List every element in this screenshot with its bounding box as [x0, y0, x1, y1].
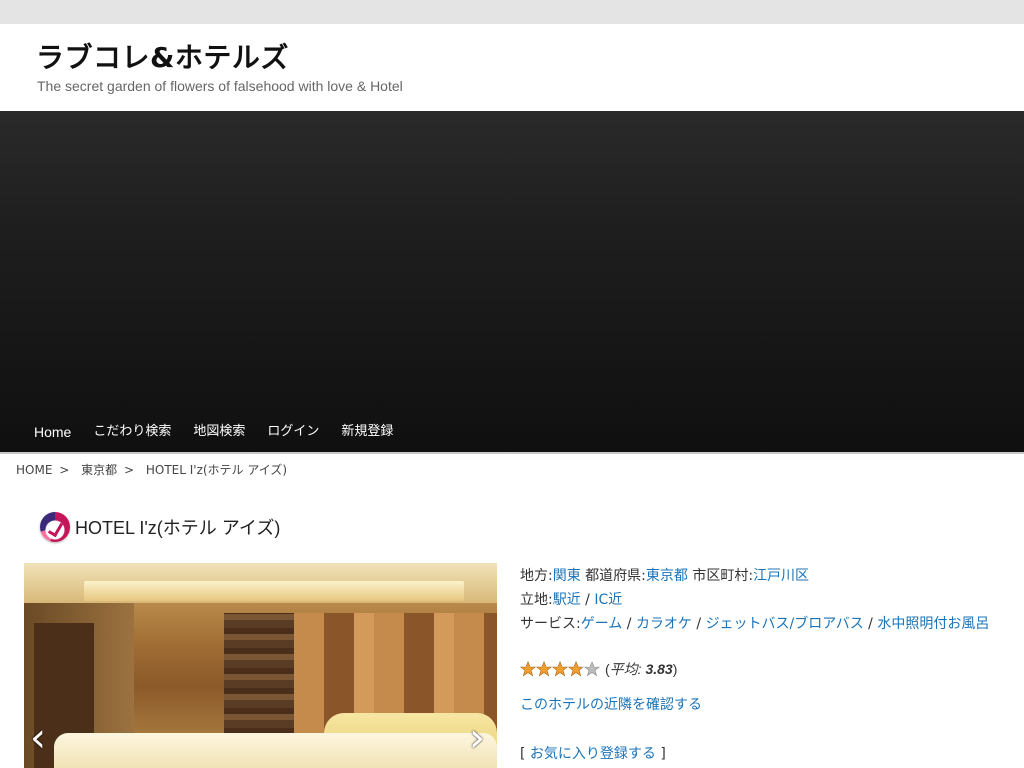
region-link[interactable]: 関東	[553, 568, 581, 584]
nearby-link[interactable]: このホテルの近隣を確認する	[520, 694, 702, 714]
location-label: 立地	[520, 592, 548, 608]
hotel-info: 地方:関東 都道府県:東京都 市区町村:江戸川区 立地:駅近 / IC近 サービ…	[520, 564, 989, 636]
breadcrumb: HOME > 東京都 > HOTEL I'z(ホテル アイズ)	[16, 461, 287, 478]
site-header: ラブコレ&ホテルズ The secret garden of flowers o…	[0, 24, 1024, 111]
star-icon[interactable]	[567, 661, 585, 677]
prefecture-link[interactable]: 東京都	[646, 568, 688, 584]
photo-ceiling-light	[84, 581, 464, 601]
favorite-row: [ お気に入り登録する ]	[520, 743, 666, 763]
nav-register[interactable]: 新規登録	[329, 422, 403, 442]
hotel-photo-slider[interactable]: ‹ ›	[24, 563, 497, 768]
city-label: 市区町村	[692, 568, 749, 584]
region-label: 地方	[520, 568, 548, 584]
hero-divider	[0, 452, 1024, 454]
service-link-jetbath[interactable]: ジェットバス/ブロアバス	[706, 616, 864, 632]
breadcrumb-separator: >	[123, 463, 135, 477]
breadcrumb-prefecture[interactable]: 東京都	[81, 463, 117, 477]
service-link-karaoke[interactable]: カラオケ	[636, 616, 692, 632]
favorite-link[interactable]: お気に入り登録する	[530, 746, 656, 762]
nav-map-search[interactable]: 地図検索	[181, 422, 255, 442]
service-link-underwater-light-bath[interactable]: 水中照明付お風呂	[877, 616, 989, 632]
rating-average-value: 3.83	[645, 661, 673, 677]
bracket-open: [	[520, 746, 526, 762]
rating-average: (平均: 3.83)	[605, 661, 678, 677]
star-icon[interactable]	[535, 661, 553, 677]
check-logo-icon	[40, 512, 70, 542]
prefecture-label: 都道府県	[585, 568, 642, 584]
service-label: サービス	[520, 616, 576, 632]
hotel-heading: HOTEL I'z(ホテル アイズ)	[40, 512, 280, 542]
hero-banner: Home こだわり検索 地図検索 ログイン 新規登録	[0, 111, 1024, 454]
rating: (平均: 3.83)	[519, 659, 678, 679]
bracket-close: ]	[660, 746, 666, 762]
nav-advanced-search[interactable]: こだわり検索	[81, 422, 181, 442]
service-link-game[interactable]: ゲーム	[581, 616, 623, 632]
star-icon[interactable]	[583, 661, 601, 677]
site-title[interactable]: ラブコレ&ホテルズ	[36, 36, 289, 76]
slash: /	[585, 592, 590, 608]
city-link[interactable]: 江戸川区	[753, 568, 809, 584]
chevron-right-icon[interactable]: ›	[469, 718, 489, 758]
nav-login[interactable]: ログイン	[255, 422, 329, 442]
photo-bed	[54, 733, 497, 768]
location-link-station[interactable]: 駅近	[553, 592, 581, 608]
star-icon[interactable]	[519, 661, 537, 677]
location-link-ic[interactable]: IC近	[594, 592, 622, 608]
site-tagline: The secret garden of flowers of falsehoo…	[37, 78, 403, 94]
rating-average-label: 平均:	[609, 661, 642, 677]
info-row-area: 地方:関東 都道府県:東京都 市区町村:江戸川区	[520, 564, 989, 588]
breadcrumb-separator: >	[59, 463, 70, 477]
nav-home[interactable]: Home	[22, 422, 81, 442]
slash: /	[696, 616, 702, 632]
slash: /	[868, 616, 873, 632]
chevron-left-icon[interactable]: ‹	[30, 718, 50, 758]
rating-stars[interactable]	[519, 661, 601, 677]
slash: /	[626, 616, 632, 632]
breadcrumb-home[interactable]: HOME	[16, 463, 52, 477]
main-nav: Home こだわり検索 地図検索 ログイン 新規登録	[22, 422, 403, 442]
info-row-location: 立地:駅近 / IC近	[520, 588, 989, 612]
hotel-title: HOTEL I'z(ホテル アイズ)	[75, 518, 281, 538]
breadcrumb-current: HOTEL I'z(ホテル アイズ)	[145, 463, 288, 477]
hero-image	[0, 111, 1024, 411]
info-row-services: サービス:ゲーム / カラオケ / ジェットバス/ブロアバス / 水中照明付お風…	[520, 612, 989, 636]
top-bar	[0, 0, 1024, 24]
star-icon[interactable]	[551, 661, 569, 677]
